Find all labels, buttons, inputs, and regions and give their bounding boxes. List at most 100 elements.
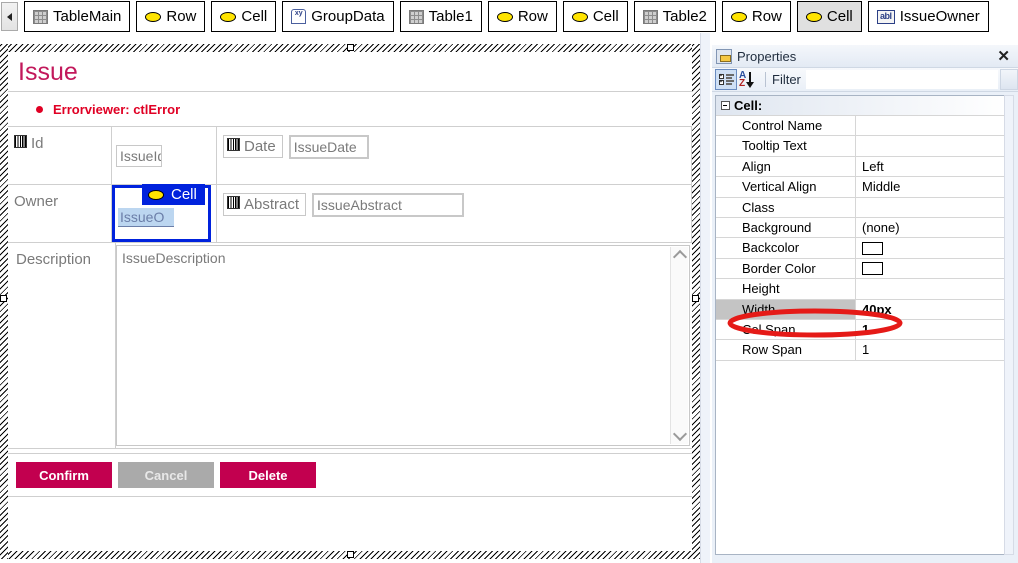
label-date: Date (244, 138, 276, 155)
property-value[interactable]: (none) (856, 218, 1006, 237)
properties-category-row[interactable]: Cell: (716, 96, 1006, 116)
property-value[interactable] (856, 136, 1006, 155)
property-row-control-name[interactable]: Control Name (716, 116, 1006, 137)
cancel-button[interactable]: Cancel (118, 462, 214, 488)
filter-label: Filter (772, 72, 801, 87)
form-row-owner-abstract: Owner Abstract IssueAbstract IssueO Cell (8, 184, 692, 243)
properties-vertical-scrollbar[interactable] (1004, 95, 1014, 555)
yellow-oval-icon (805, 11, 822, 22)
sort-alphabetical-icon[interactable]: AZ (737, 69, 759, 90)
breadcrumb-item-table1[interactable]: Table1 (399, 1, 482, 32)
property-row-background[interactable]: Background (none) (716, 217, 1006, 239)
property-name: Col Span (716, 319, 856, 340)
field-issuedate[interactable]: IssueDate (288, 135, 369, 159)
breadcrumb-item-cell-selected[interactable]: Cell (796, 1, 862, 32)
property-row-col-span[interactable]: Col Span 1 (716, 319, 1006, 341)
confirm-button[interactable]: Confirm (16, 462, 112, 488)
error-viewer-label: Errorviewer: ctlError (53, 101, 181, 117)
label-description: Description (16, 251, 92, 268)
property-value[interactable] (856, 259, 1006, 278)
property-name: Align (716, 156, 856, 177)
resize-handle-right[interactable] (692, 295, 699, 302)
abl-textbox-icon: abl (876, 9, 895, 24)
cell-abstract[interactable]: Abstract IssueAbstract (217, 185, 692, 242)
property-row-width[interactable]: Width 40px (716, 299, 1006, 320)
close-icon[interactable]: ✕ (995, 49, 1012, 64)
label-abstract: Abstract (244, 196, 300, 213)
yellow-oval-icon (148, 189, 164, 200)
scroll-up-icon[interactable] (671, 247, 688, 265)
properties-grid[interactable]: Cell: Control Name Tooltip Text Align Le… (715, 95, 1007, 555)
property-row-border-color[interactable]: Border Color (716, 258, 1006, 280)
property-row-backcolor[interactable]: Backcolor (716, 238, 1006, 259)
resource-marker-icon (227, 196, 240, 209)
property-row-height[interactable]: Height (716, 279, 1006, 300)
chevron-down-icon[interactable] (1000, 69, 1018, 90)
property-name: Control Name (716, 116, 856, 136)
categorized-view-icon[interactable]: + + (715, 69, 737, 90)
resize-handle-bottom[interactable] (347, 551, 354, 558)
property-value[interactable] (856, 198, 1006, 217)
breadcrumb-item-row-3[interactable]: Row (721, 1, 791, 32)
field-issueabstract[interactable]: IssueAbstract (312, 193, 465, 217)
breadcrumb-item-label: Row (751, 8, 782, 25)
cell-description-label[interactable]: Description (8, 243, 116, 448)
field-issueowner[interactable]: IssueO (118, 208, 174, 227)
cell-owner-label[interactable]: Owner (8, 185, 112, 242)
breadcrumb-item-cell-1[interactable]: Cell (211, 1, 277, 32)
breadcrumb-item-cell-2[interactable]: Cell (562, 1, 628, 32)
property-name: Backcolor (716, 238, 856, 258)
filter-input[interactable] (805, 70, 998, 89)
breadcrumb-item-tablemain[interactable]: TableMain (24, 1, 131, 32)
yellow-oval-icon (730, 11, 747, 22)
property-row-vertical-align[interactable]: Vertical Align Middle (716, 177, 1006, 198)
cell-id-field[interactable]: IssueId (112, 127, 217, 184)
toolbar-separator (765, 72, 766, 87)
property-value[interactable]: 40px (856, 300, 1006, 319)
breadcrumb-item-row-1[interactable]: Row (136, 1, 206, 32)
label-id: Id (31, 135, 44, 152)
cell-date[interactable]: Date IssueDate (217, 127, 692, 184)
property-name: Width (716, 299, 856, 319)
bullet-icon (36, 105, 43, 113)
designer-vertical-scrollbar[interactable] (700, 33, 710, 563)
breadcrumb-item-issueowner[interactable]: abl IssueOwner (867, 1, 989, 32)
page-title: Issue (18, 58, 78, 86)
resize-handle-top[interactable] (347, 44, 354, 51)
property-value[interactable]: 1 (856, 340, 1006, 359)
breadcrumb-item-row-2[interactable]: Row (487, 1, 557, 32)
property-value[interactable] (856, 279, 1006, 298)
property-row-row-span[interactable]: Row Span 1 (716, 340, 1006, 361)
scroll-down-icon[interactable] (671, 426, 688, 444)
breadcrumb-item-groupdata[interactable]: GroupData (282, 1, 394, 32)
breadcrumb-item-table2[interactable]: Table2 (633, 1, 716, 32)
property-value[interactable]: Middle (856, 177, 1006, 196)
property-row-class[interactable]: Class (716, 197, 1006, 218)
form-designer-surface[interactable]: Issue Errorviewer: ctlError Id IssueId D… (0, 33, 710, 563)
property-row-align[interactable]: Align Left (716, 156, 1006, 178)
description-scrollbar[interactable] (670, 247, 688, 444)
breadcrumb-item-label: Table1 (428, 8, 473, 25)
delete-button[interactable]: Delete (220, 462, 316, 488)
field-issuedescription[interactable]: IssueDescription (116, 245, 690, 446)
property-value[interactable] (856, 238, 1006, 257)
color-swatch[interactable] (862, 241, 883, 255)
resize-handle-left[interactable] (0, 295, 7, 302)
yellow-oval-icon (220, 11, 237, 22)
property-value[interactable]: Left (856, 157, 1006, 176)
property-name: Class (716, 197, 856, 217)
breadcrumb-scroll-left-button[interactable] (1, 2, 18, 31)
property-row-tooltip-text[interactable]: Tooltip Text (716, 136, 1006, 157)
property-value[interactable]: 1 (856, 320, 1006, 339)
yellow-oval-icon (571, 11, 588, 22)
resource-marker-icon (14, 135, 27, 148)
color-swatch[interactable] (862, 261, 883, 275)
property-value[interactable] (856, 116, 1006, 135)
breadcrumb-item-label: IssueOwner (899, 8, 980, 25)
resource-marker-icon (227, 138, 240, 151)
cell-id-label[interactable]: Id (8, 127, 112, 184)
collapse-toggle-icon[interactable] (716, 101, 734, 110)
field-issueid[interactable]: IssueId (116, 144, 162, 167)
properties-header: Properties ✕ (712, 45, 1018, 67)
form-canvas[interactable]: Issue Errorviewer: ctlError Id IssueId D… (8, 52, 692, 551)
